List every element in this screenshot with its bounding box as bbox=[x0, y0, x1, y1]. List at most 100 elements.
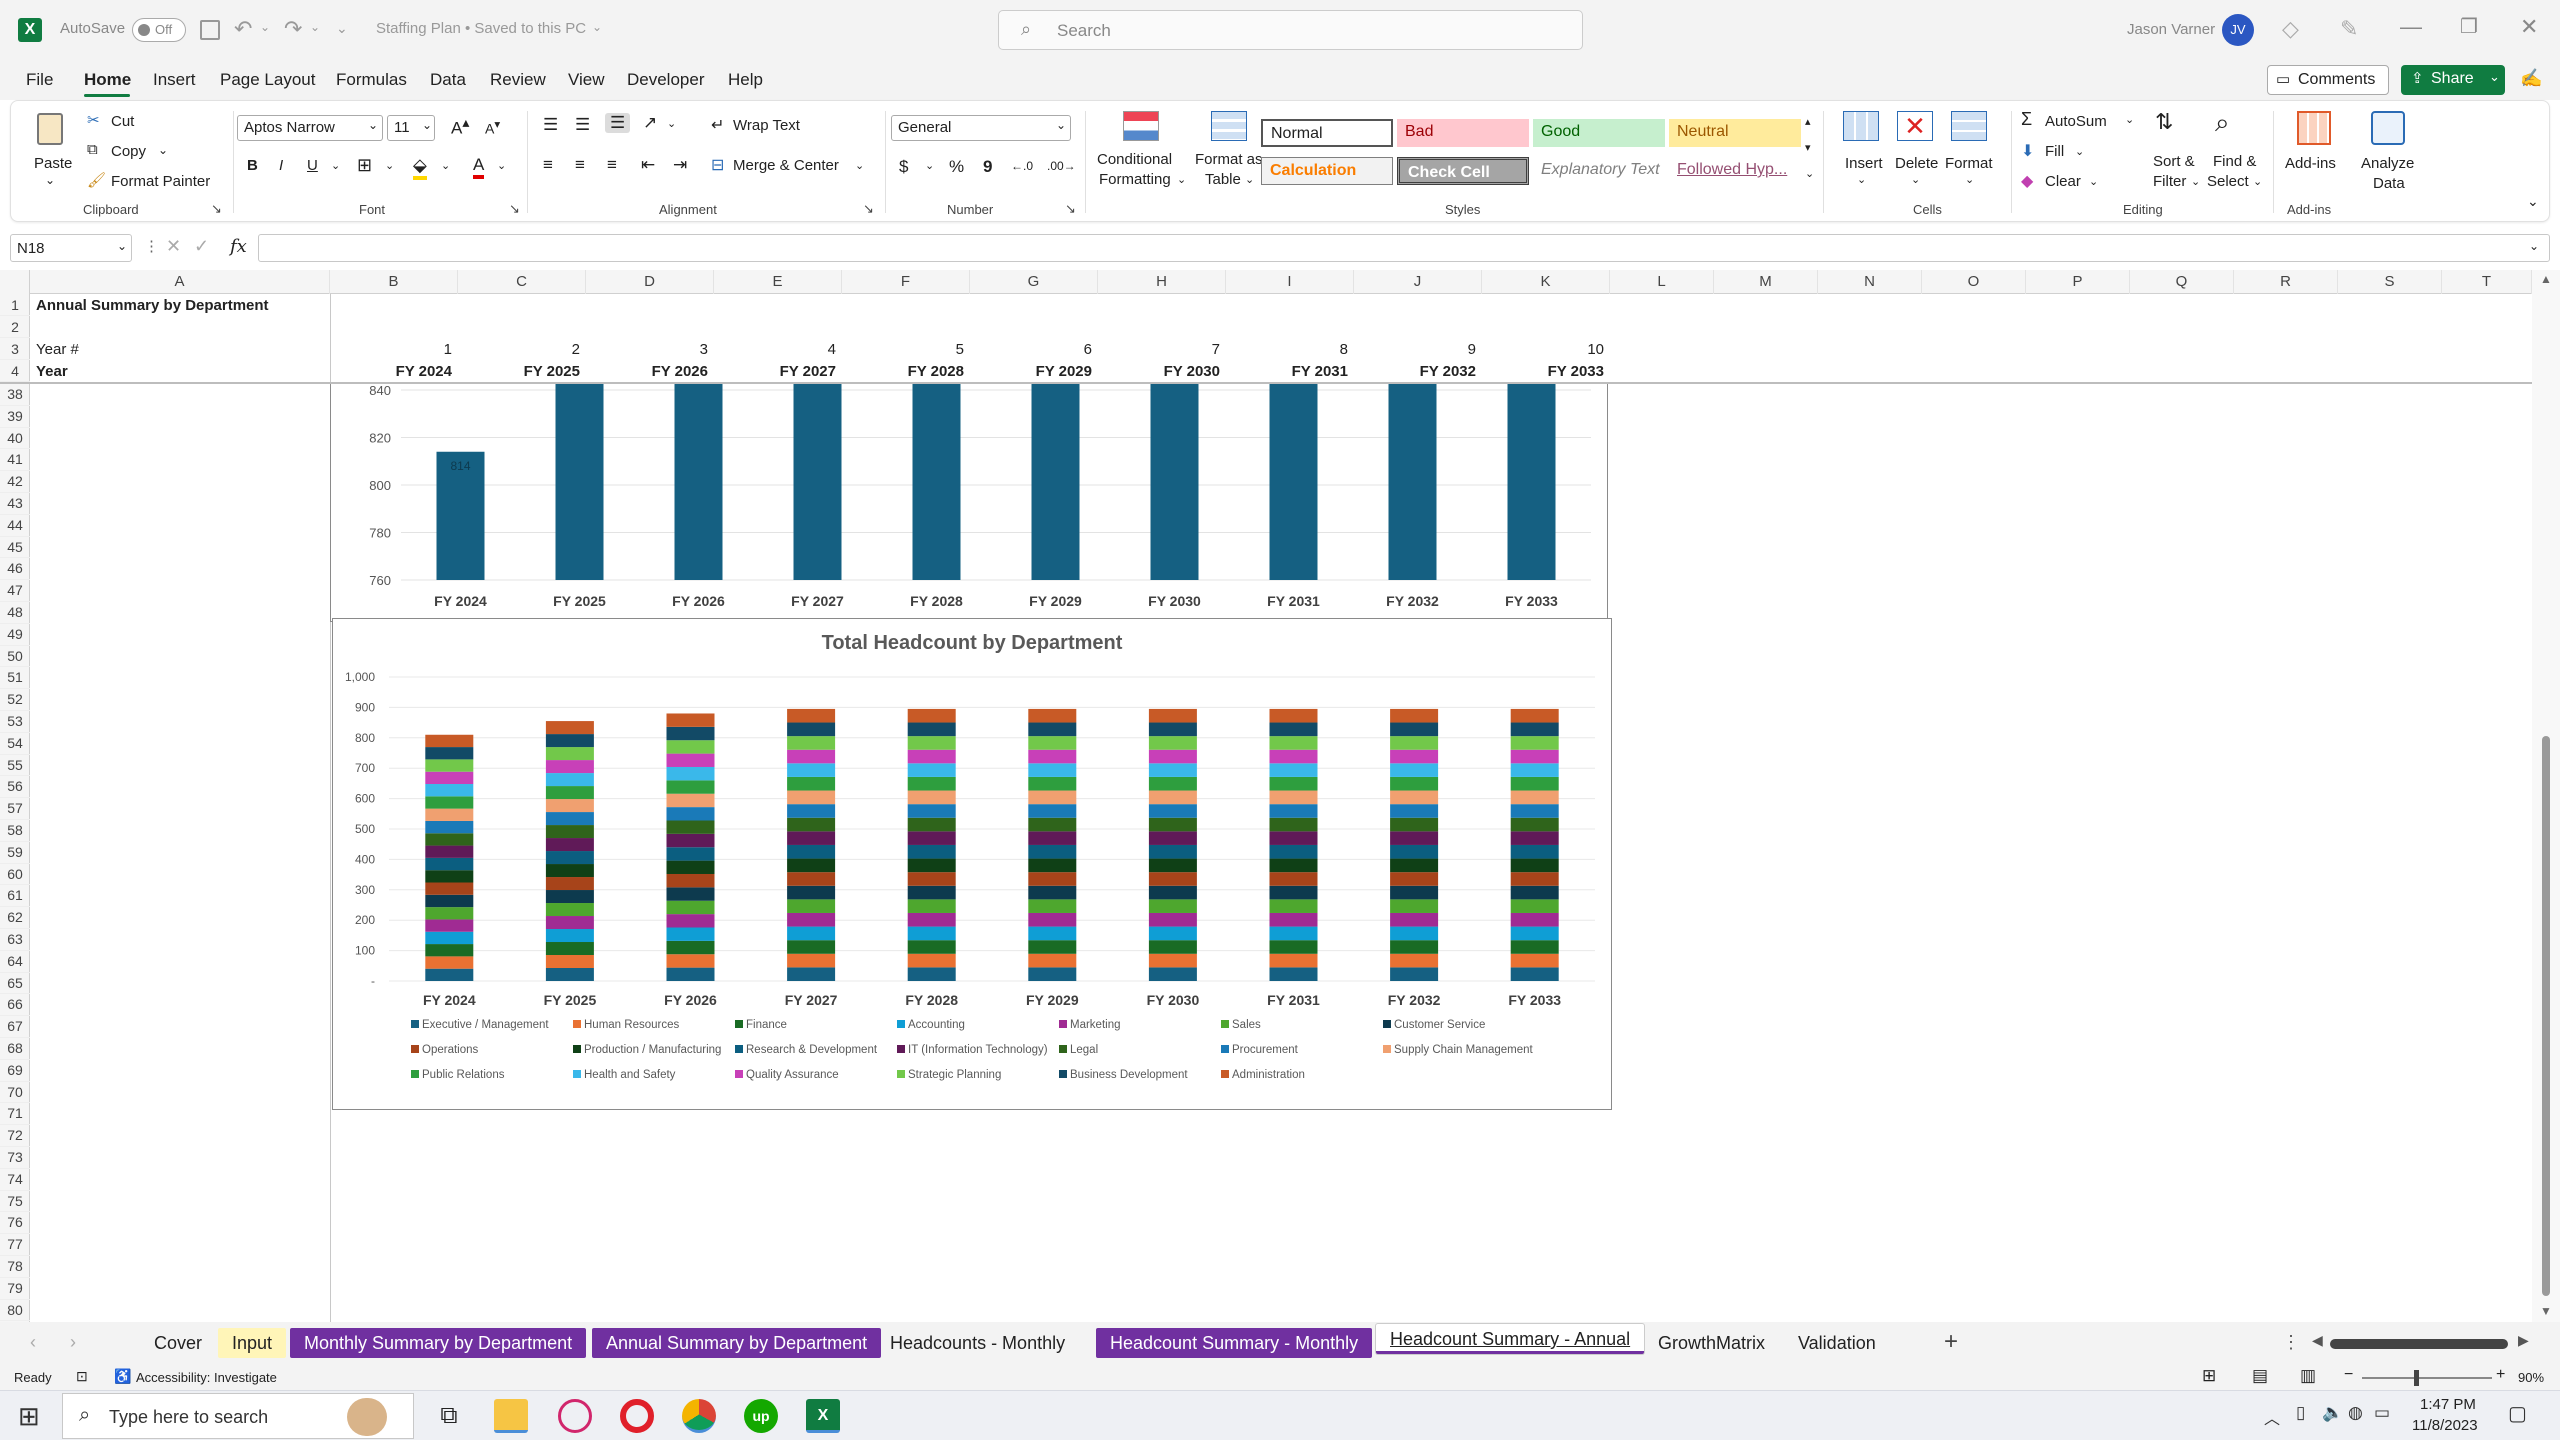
addins-label[interactable]: Add-ins bbox=[2285, 155, 2336, 172]
row-header[interactable]: 67 bbox=[0, 1016, 30, 1038]
normal-view-icon[interactable]: ⊞ bbox=[2202, 1366, 2216, 1386]
addins-icon[interactable] bbox=[2297, 111, 2331, 145]
format-painter-label[interactable]: Format Painter bbox=[111, 173, 210, 190]
year-number-cell[interactable]: 8 bbox=[1226, 341, 1348, 358]
scroll-up-icon[interactable]: ▲ bbox=[2540, 272, 2552, 286]
cut-icon[interactable]: ✂ bbox=[87, 111, 100, 129]
volume-icon[interactable]: 🔈 bbox=[2322, 1403, 2343, 1423]
conditional-formatting-dropdown-icon[interactable]: ⌄ bbox=[1177, 173, 1186, 186]
row-header[interactable]: 78 bbox=[0, 1256, 30, 1278]
accessibility-status[interactable]: Accessibility: Investigate bbox=[136, 1370, 277, 1385]
clipboard-launcher-icon[interactable]: ↘ bbox=[211, 201, 222, 217]
show-hidden-icons[interactable]: ︿ bbox=[2264, 1405, 2280, 1429]
menu-home[interactable]: Home bbox=[84, 70, 131, 90]
find-select-icon[interactable]: ⌕ bbox=[2215, 107, 2230, 139]
fill-color-dropdown-icon[interactable]: ⌄ bbox=[441, 159, 450, 172]
col-header-o[interactable]: O bbox=[1922, 270, 2026, 294]
row-header[interactable]: 52 bbox=[0, 689, 30, 711]
customize-toolbar-icon[interactable]: ⌄ bbox=[336, 20, 348, 37]
format-as-table-icon[interactable] bbox=[1211, 111, 1247, 141]
row-header[interactable]: 49 bbox=[0, 624, 30, 646]
paste-dropdown-icon[interactable]: ⌄ bbox=[45, 173, 55, 187]
row-header[interactable]: 48 bbox=[0, 602, 30, 624]
row-header[interactable]: 68 bbox=[0, 1038, 30, 1060]
insert-cells-icon[interactable] bbox=[1843, 111, 1879, 141]
find-select-label-1[interactable]: Find & bbox=[2213, 153, 2256, 170]
copy-icon[interactable]: ⧉ bbox=[87, 141, 98, 158]
row-header[interactable]: 66 bbox=[0, 994, 30, 1017]
row-header[interactable]: 60 bbox=[0, 864, 30, 886]
year-label-cell[interactable]: Year bbox=[36, 363, 68, 380]
row-header[interactable]: 79 bbox=[0, 1278, 30, 1300]
redo-dropdown-icon[interactable]: ⌄ bbox=[310, 20, 320, 34]
row-header[interactable]: 56 bbox=[0, 776, 30, 799]
clock-time[interactable]: 1:47 PM bbox=[2420, 1396, 2476, 1413]
alignment-launcher-icon[interactable]: ↘ bbox=[863, 201, 874, 217]
file-explorer-icon[interactable] bbox=[494, 1399, 528, 1433]
align-right-icon[interactable]: ≡ bbox=[607, 155, 617, 175]
percent-icon[interactable]: % bbox=[949, 157, 964, 177]
paste-label[interactable]: Paste bbox=[34, 155, 72, 172]
style-followed-hyperlink[interactable]: Followed Hyp... bbox=[1669, 157, 1801, 185]
headcount-by-department-chart[interactable]: Total Headcount by Department - 100 200 300 4… bbox=[332, 618, 1612, 1110]
horizontal-scroll-thumb[interactable] bbox=[2330, 1339, 2508, 1349]
minimize-icon[interactable]: — bbox=[2400, 14, 2422, 40]
menu-insert[interactable]: Insert bbox=[153, 70, 196, 90]
row-header[interactable]: 59 bbox=[0, 842, 30, 864]
sort-filter-label-1[interactable]: Sort & bbox=[2153, 153, 2195, 170]
row-header[interactable]: 55 bbox=[0, 755, 30, 777]
year-number-label-cell[interactable]: Year # bbox=[36, 341, 79, 358]
fill-color-icon[interactable]: ⬙ bbox=[413, 155, 427, 180]
col-header-l[interactable]: L bbox=[1610, 270, 1714, 294]
row-header[interactable]: 50 bbox=[0, 646, 30, 668]
col-header-r[interactable]: R bbox=[2234, 270, 2338, 294]
font-color-dropdown-icon[interactable]: ⌄ bbox=[497, 159, 506, 172]
battery-icon[interactable]: ▭ bbox=[2374, 1403, 2390, 1423]
search-box[interactable]: ⌕ Search bbox=[998, 10, 1583, 50]
vertical-scrollbar[interactable]: ▲ ▼ bbox=[2532, 270, 2560, 1322]
decrease-indent-icon[interactable]: ⇤ bbox=[641, 155, 655, 175]
conditional-formatting-icon[interactable] bbox=[1123, 111, 1159, 141]
year-number-cell[interactable]: 10 bbox=[1482, 341, 1604, 358]
year-cell[interactable]: FY 2030 bbox=[1098, 363, 1220, 380]
wrap-text-icon[interactable]: ↵ bbox=[711, 115, 724, 135]
row-header[interactable]: 46 bbox=[0, 558, 30, 581]
col-header-m[interactable]: M bbox=[1714, 270, 1818, 294]
insert-cells-label[interactable]: Insert bbox=[1845, 155, 1883, 172]
currency-icon[interactable]: $ bbox=[899, 157, 908, 177]
conditional-formatting-label-1[interactable]: Conditional bbox=[1097, 151, 1172, 168]
sheet-tab[interactable]: Validation bbox=[1784, 1328, 1890, 1358]
style-check-cell[interactable]: Check Cell bbox=[1397, 157, 1529, 185]
year-number-cell[interactable]: 1 bbox=[330, 341, 452, 358]
align-left-icon[interactable]: ≡ bbox=[543, 155, 553, 175]
row-header[interactable]: 42 bbox=[0, 471, 30, 493]
format-cells-label[interactable]: Format bbox=[1945, 155, 1993, 172]
bold-icon[interactable]: B bbox=[247, 157, 258, 174]
save-icon[interactable] bbox=[200, 20, 220, 40]
expand-formula-icon[interactable]: ⌄ bbox=[2529, 239, 2539, 253]
paste-icon[interactable] bbox=[37, 113, 63, 145]
fill-label[interactable]: Fill bbox=[2045, 143, 2064, 160]
autosum-icon[interactable]: Σ bbox=[2021, 109, 2032, 130]
fill-dropdown-icon[interactable]: ⌄ bbox=[2075, 145, 2084, 158]
excel-taskbar-icon[interactable]: X bbox=[806, 1399, 840, 1433]
sheet-tab[interactable]: Annual Summary by Department bbox=[592, 1328, 882, 1358]
row-header[interactable]: 73 bbox=[0, 1147, 30, 1169]
total-headcount-chart[interactable]: 760 780 800 820 840 FY 2024 FY 2025 FY 2026 FY 2… bbox=[330, 383, 1608, 622]
clear-label[interactable]: Clear bbox=[2045, 173, 2081, 190]
row-header[interactable]: 76 bbox=[0, 1212, 30, 1235]
sheet-tab[interactable]: GrowthMatrix bbox=[1644, 1328, 1779, 1358]
sort-filter-icon[interactable]: ⇅ bbox=[2155, 109, 2173, 135]
accessibility-icon[interactable]: ♿ bbox=[114, 1368, 131, 1385]
year-cell[interactable]: FY 2025 bbox=[458, 363, 580, 380]
row-header[interactable]: 69 bbox=[0, 1060, 30, 1082]
select-all-corner[interactable] bbox=[0, 270, 30, 294]
row-header[interactable]: 53 bbox=[0, 711, 30, 733]
row-header[interactable]: 40 bbox=[0, 428, 30, 450]
find-select-dropdown-icon[interactable]: ⌄ bbox=[2253, 175, 2262, 188]
avatar[interactable]: JV bbox=[2222, 14, 2254, 46]
col-header-g[interactable]: G bbox=[970, 270, 1098, 294]
menu-help[interactable]: Help bbox=[728, 70, 763, 90]
device-icon[interactable]: ▯ bbox=[2296, 1403, 2305, 1423]
zoom-slider[interactable] bbox=[2362, 1370, 2492, 1386]
